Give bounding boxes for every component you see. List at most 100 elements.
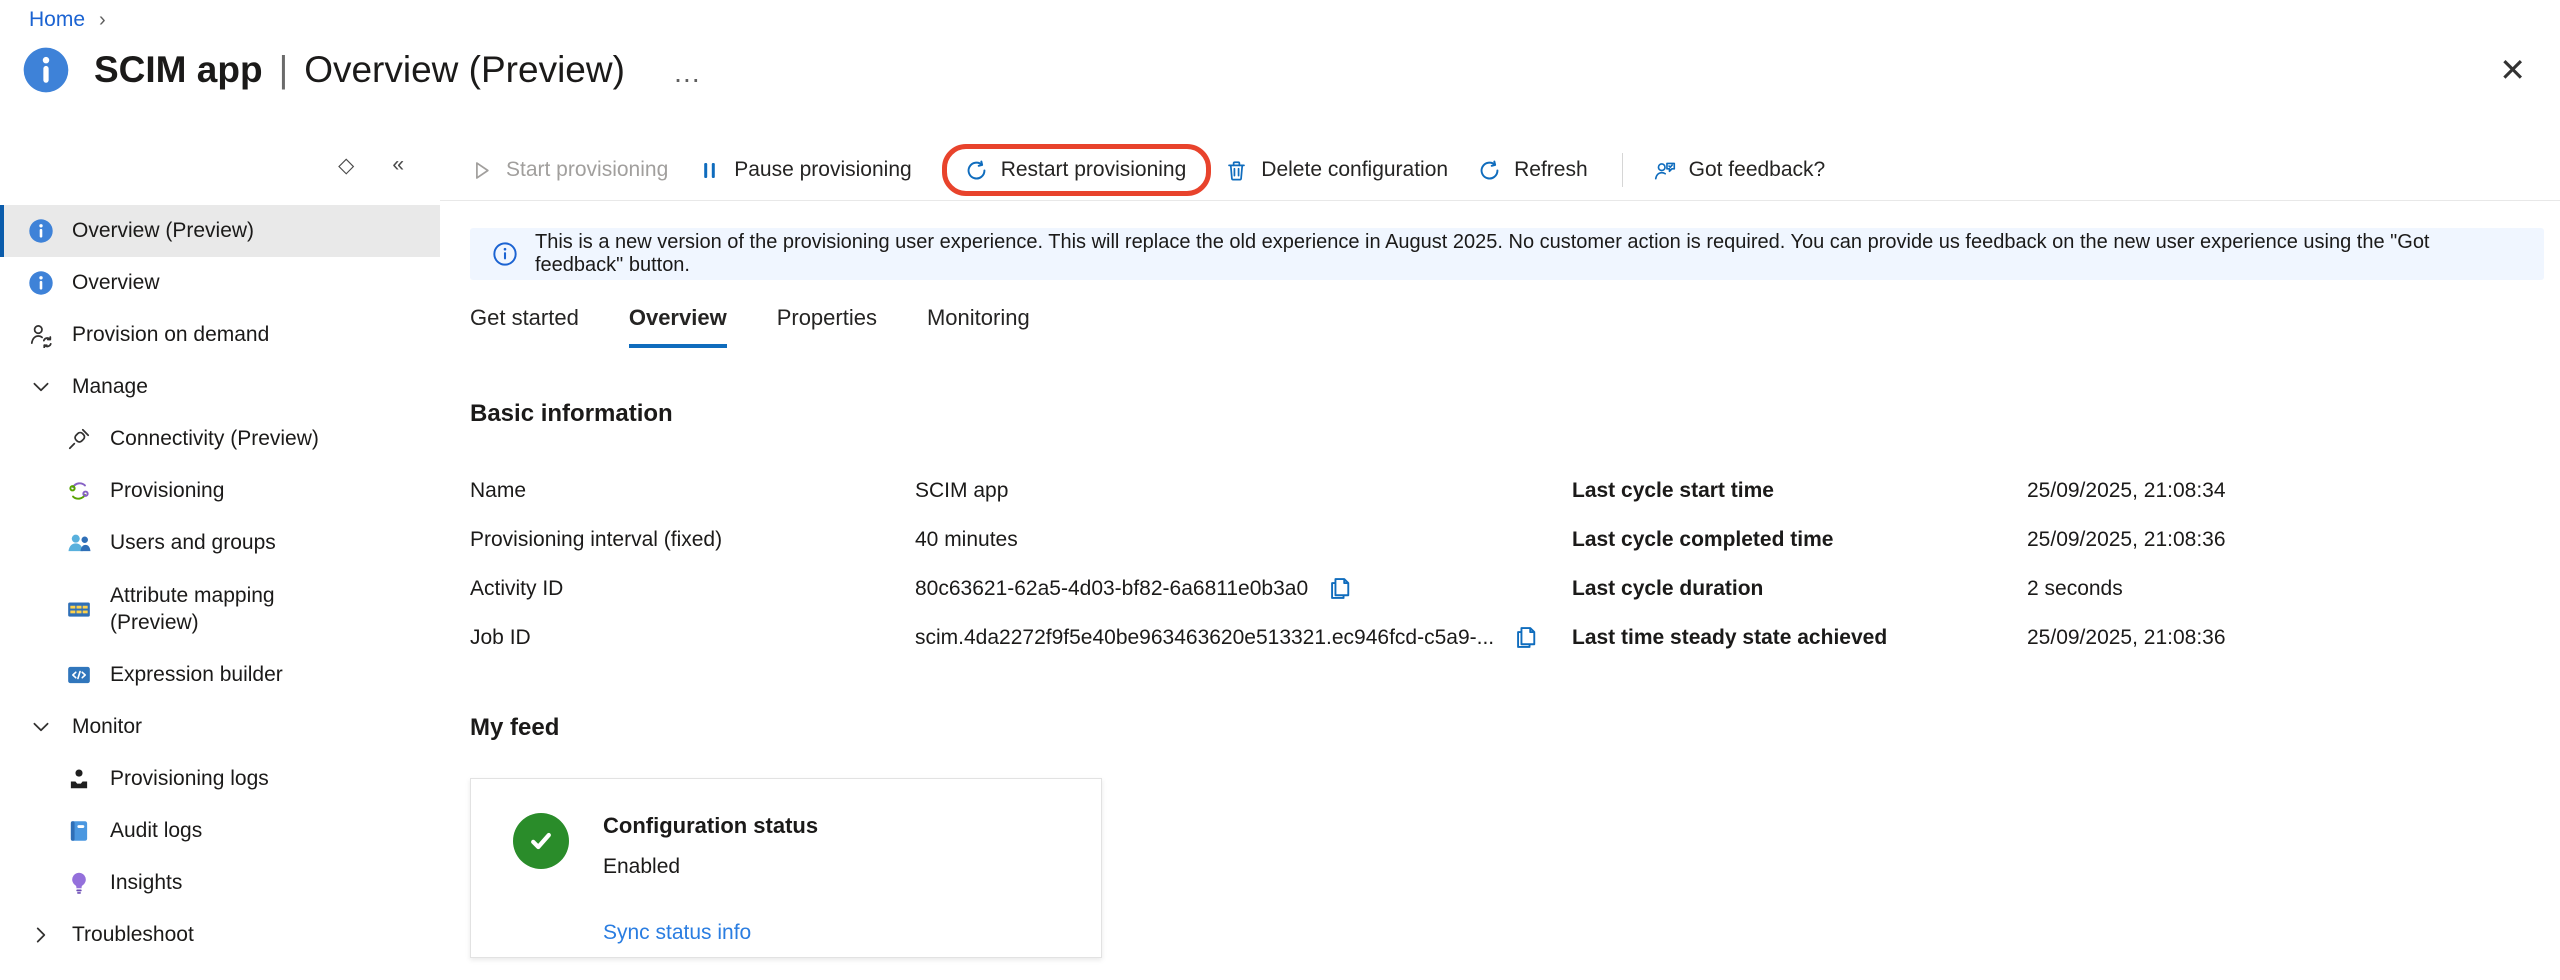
- sidebar-item-label: Audit logs: [110, 817, 202, 844]
- field-value: 2 seconds: [2027, 577, 2123, 601]
- lightbulb-icon: [66, 870, 92, 896]
- sidebar-item-audit-logs[interactable]: Audit logs: [0, 805, 440, 857]
- tab-properties[interactable]: Properties: [777, 305, 877, 348]
- copy-activity-id-button[interactable]: [1326, 575, 1353, 602]
- code-icon: [66, 662, 92, 688]
- card-title: Configuration status: [603, 813, 818, 839]
- more-options-icon[interactable]: …: [673, 53, 704, 87]
- sidebar-item-provision-on-demand[interactable]: Provision on demand: [0, 309, 440, 361]
- person-sync-icon: [28, 322, 54, 348]
- collapse-menu-icon[interactable]: «: [392, 153, 404, 177]
- field-activity-id: Activity ID 80c63621-62a5-4d03-bf82-6a68…: [470, 564, 1572, 613]
- restart-provisioning-button[interactable]: Restart provisioning: [965, 158, 1187, 182]
- sidebar-item-label: Troubleshoot: [72, 921, 194, 948]
- card-body: Configuration status Enabled Sync status…: [603, 813, 818, 957]
- sidebar-group-monitor[interactable]: Monitor: [0, 701, 440, 753]
- restart-highlight-annotation: Restart provisioning: [942, 144, 1212, 196]
- sidebar-item-provisioning[interactable]: Provisioning: [0, 465, 440, 517]
- sidebar-item-insights[interactable]: Insights: [0, 857, 440, 909]
- command-bar: Start provisioning Pause provisioning: [440, 140, 2560, 201]
- plug-icon: [66, 426, 92, 452]
- field-label: Last cycle completed time: [1572, 528, 2027, 552]
- basic-information-heading: Basic information: [470, 400, 2560, 428]
- start-provisioning-button[interactable]: Start provisioning: [470, 158, 668, 182]
- field-last-steady-state: Last time steady state achieved 25/09/20…: [1572, 613, 2226, 662]
- info-icon: [28, 270, 54, 296]
- field-label: Provisioning interval (fixed): [470, 528, 915, 552]
- breadcrumb-home-link[interactable]: Home: [29, 8, 85, 32]
- close-icon[interactable]: ✕: [2499, 54, 2526, 86]
- breadcrumb-separator-icon: ›: [99, 9, 106, 32]
- app-name: SCIM app: [94, 49, 263, 91]
- field-provisioning-interval: Provisioning interval (fixed) 40 minutes: [470, 515, 1572, 564]
- sidebar-item-label: Provision on demand: [72, 321, 269, 348]
- tab-overview[interactable]: Overview: [629, 305, 727, 348]
- field-last-cycle-completed: Last cycle completed time 25/09/2025, 21…: [1572, 515, 2226, 564]
- sidebar-group-manage[interactable]: Manage: [0, 361, 440, 413]
- field-label: Last time steady state achieved: [1572, 626, 2027, 650]
- info-banner: This is a new version of the provisionin…: [470, 228, 2544, 280]
- sidebar-item-overview-preview[interactable]: Overview (Preview): [0, 205, 440, 257]
- play-icon: [470, 159, 493, 182]
- basic-info-left-column: Name SCIM app Provisioning interval (fix…: [470, 466, 1572, 662]
- card-status-value: Enabled: [603, 855, 818, 879]
- success-check-icon: [513, 813, 569, 869]
- pause-provisioning-button[interactable]: Pause provisioning: [698, 158, 911, 182]
- tab-get-started[interactable]: Get started: [470, 305, 579, 348]
- got-feedback-button[interactable]: Got feedback?: [1653, 158, 1826, 182]
- sidebar-item-overview[interactable]: Overview: [0, 257, 440, 309]
- pause-provisioning-label: Pause provisioning: [734, 158, 911, 182]
- main-content: Start provisioning Pause provisioning: [440, 140, 2560, 980]
- field-value: 80c63621-62a5-4d03-bf82-6a6811e0b3a0: [915, 577, 1308, 601]
- sidebar-item-label: Provisioning logs: [110, 765, 269, 792]
- sidebar-item-users-and-groups[interactable]: Users and groups: [0, 517, 440, 569]
- sidebar-item-label: Expression builder: [110, 661, 283, 688]
- sidebar-item-label: Attribute mapping (Preview): [110, 582, 360, 637]
- sidebar-item-provisioning-logs[interactable]: Provisioning logs: [0, 753, 440, 805]
- field-name: Name SCIM app: [470, 466, 1572, 515]
- my-feed-heading: My feed: [470, 714, 2560, 742]
- basic-information-grid: Name SCIM app Provisioning interval (fix…: [440, 466, 2560, 662]
- sidebar-item-expression-builder[interactable]: Expression builder: [0, 649, 440, 701]
- page-title: SCIM app | Overview (Preview): [94, 49, 625, 91]
- field-label: Activity ID: [470, 577, 915, 601]
- sidebar-item-label: Insights: [110, 869, 182, 896]
- field-value: 25/09/2025, 21:08:36: [2027, 626, 2226, 650]
- table-mapping-icon: [66, 596, 92, 622]
- trash-icon: [1225, 159, 1248, 182]
- field-job-id: Job ID scim.4da2272f9f5e40be963463620e51…: [470, 613, 1572, 662]
- tab-monitoring[interactable]: Monitoring: [927, 305, 1030, 348]
- app-info-badge-icon: [22, 46, 70, 94]
- restart-icon: [965, 159, 988, 182]
- sidebar-item-label: Provisioning: [110, 477, 224, 504]
- delete-configuration-button[interactable]: Delete configuration: [1225, 158, 1448, 182]
- sidebar-item-connectivity-preview[interactable]: Connectivity (Preview): [0, 413, 440, 465]
- page-header: SCIM app | Overview (Preview) …: [22, 46, 704, 94]
- field-value: 25/09/2025, 21:08:36: [2027, 528, 2226, 552]
- refresh-label: Refresh: [1514, 158, 1588, 182]
- resize-menu-icon[interactable]: ◇: [338, 153, 354, 178]
- sidebar-item-label: Overview: [72, 269, 160, 296]
- chevron-right-icon: [28, 924, 54, 946]
- sidebar-item-attribute-mapping[interactable]: Attribute mapping (Preview): [0, 569, 440, 649]
- field-label: Job ID: [470, 626, 915, 650]
- toolbar-divider: [1622, 153, 1623, 187]
- sidebar-item-label: Monitor: [72, 713, 142, 740]
- info-icon: [28, 218, 54, 244]
- configuration-status-card: Configuration status Enabled Sync status…: [470, 778, 1102, 958]
- delete-configuration-label: Delete configuration: [1261, 158, 1448, 182]
- sidebar-group-troubleshoot[interactable]: Troubleshoot: [0, 909, 440, 961]
- chevron-down-icon: [28, 376, 54, 398]
- refresh-button[interactable]: Refresh: [1478, 158, 1588, 182]
- field-value: 40 minutes: [915, 528, 1018, 552]
- refresh-icon: [1478, 159, 1501, 182]
- copy-job-id-button[interactable]: [1512, 624, 1539, 651]
- chevron-down-icon: [28, 716, 54, 738]
- users-icon: [66, 530, 92, 556]
- feedback-icon: [1653, 159, 1676, 182]
- field-last-cycle-duration: Last cycle duration 2 seconds: [1572, 564, 2226, 613]
- sync-status-info-link[interactable]: Sync status info: [603, 921, 818, 945]
- field-label: Last cycle duration: [1572, 577, 2027, 601]
- sidebar-item-label: Users and groups: [110, 529, 276, 556]
- sidebar-item-label: Overview (Preview): [72, 217, 254, 244]
